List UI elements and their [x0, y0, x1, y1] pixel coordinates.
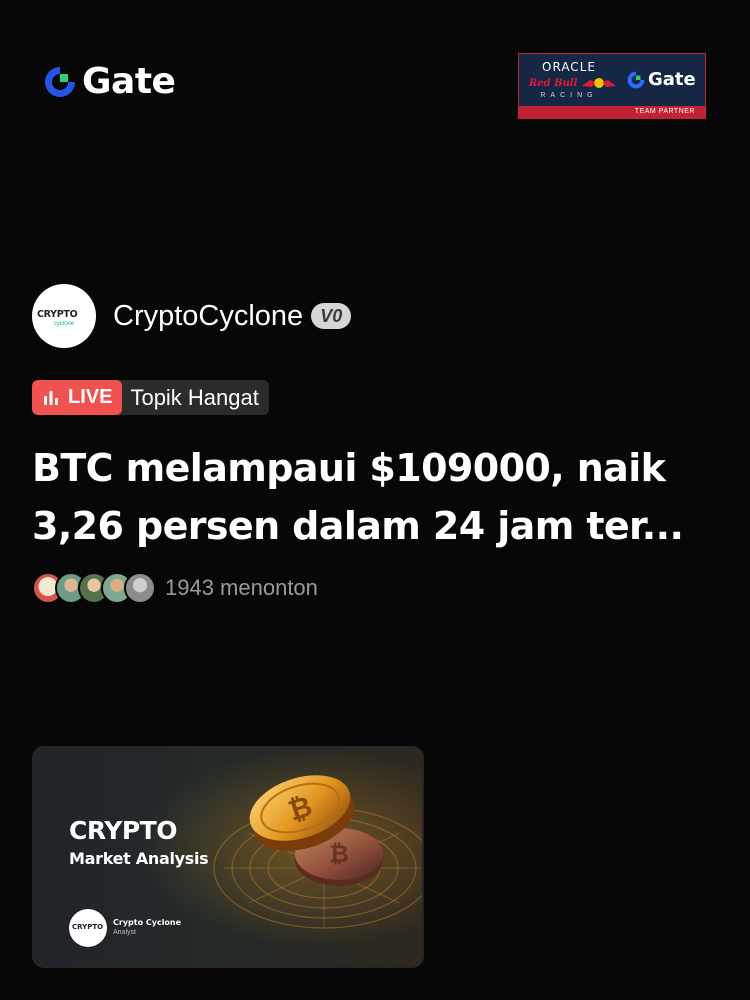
thumbnail-author-name: Crypto Cyclone [113, 918, 182, 927]
team-partner-banner[interactable]: ORACLE Red Bull RACING Gate TEAM PARTNER [518, 53, 706, 119]
live-topic-tag[interactable]: LIVE Topik Hangat [32, 380, 269, 415]
thumbnail-avatar: CRYPTO [69, 909, 107, 947]
redbull-text: Red Bull [529, 77, 578, 89]
live-badge: LIVE [32, 380, 123, 415]
thumbnail-author-role: Analyst [113, 929, 136, 936]
avatar-logo-subtext: cyclone [54, 321, 75, 327]
racing-wordmark: RACING [540, 92, 598, 99]
avatar-logo-text: CRYPTO [37, 309, 78, 320]
redbull-wordmark: Red Bull [529, 76, 618, 90]
partner-gate-text: Gate [648, 69, 696, 90]
viewer-avatar-stack [32, 572, 156, 604]
bar-chart-icon [44, 390, 58, 405]
partner-gate-logo: Gate [626, 69, 696, 90]
author-row[interactable]: CRYPTO cyclone CryptoCyclone V0 [32, 284, 352, 348]
svg-text:₿: ₿ [329, 840, 349, 868]
gate-logo[interactable]: Gate [42, 61, 176, 102]
viewer-count: 1943 menonton [165, 575, 318, 600]
bull-icon [582, 78, 617, 88]
team-partner-label: TEAM PARTNER [519, 106, 705, 118]
thumbnail-subtitle: Market Analysis [69, 849, 209, 868]
thumbnail-avatar-text: CRYPTO [72, 923, 104, 931]
topic-label: Topik Hangat [130, 384, 259, 410]
gate-logo-icon [45, 67, 75, 97]
gate-logo-icon [627, 71, 645, 88]
vip-level-badge: V0 [311, 303, 352, 329]
viewer-avatar [124, 572, 156, 604]
live-label: LIVE [68, 386, 113, 408]
oracle-wordmark: ORACLE [542, 60, 596, 74]
viewer-row: 1943 menonton [32, 572, 318, 604]
logo-text: Gate [82, 61, 176, 102]
author-name[interactable]: CryptoCyclone [113, 300, 303, 333]
thumbnail-title: CRYPTO [69, 816, 177, 845]
stream-title[interactable]: BTC melampaui $109000, naik 3,26 persen … [32, 439, 722, 555]
author-avatar[interactable]: CRYPTO cyclone [32, 284, 96, 348]
stream-thumbnail[interactable]: ₿ ₿ CRYPTO Market Analysis CRYPTO Crypto… [32, 746, 424, 968]
